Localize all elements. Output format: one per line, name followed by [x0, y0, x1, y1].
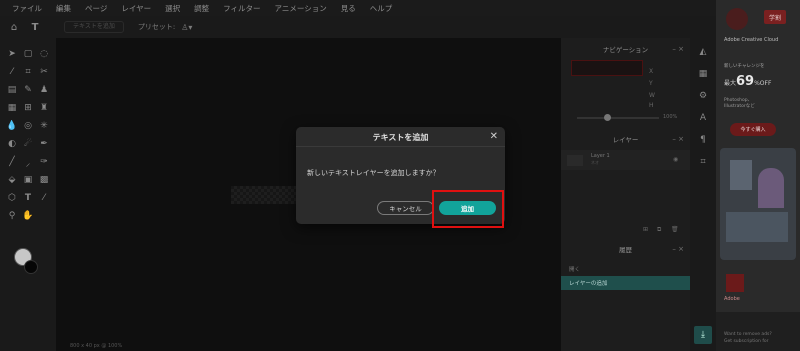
ad-buy-button[interactable]: 今すぐ購入 [730, 123, 776, 136]
dialog-message: 新しいテキストレイヤーを追加しますか？ [307, 169, 440, 177]
ad-panel[interactable]: 学割 Adobe Creative Cloud 新しいチャレンジを 最大69%O… [716, 0, 800, 351]
dialog-title: テキストを追加 [372, 133, 429, 142]
dialog-header: テキストを追加 ✕ [296, 127, 505, 147]
ad-illustration [720, 148, 796, 260]
close-icon[interactable]: ✕ [490, 131, 498, 143]
ad-discount-suffix: %OFF [754, 80, 772, 87]
ad-banner[interactable]: 学割 Adobe Creative Cloud 新しいチャレンジを 最大69%O… [716, 0, 800, 312]
remove-ads-line-1: Want to remove ads? [724, 332, 772, 337]
ad-discount: 最大69%OFF [724, 74, 771, 89]
remove-ads-line-2: Get subscription for [724, 339, 769, 344]
creative-cloud-logo-icon [726, 8, 748, 30]
sale-badge: 学割 [764, 10, 786, 24]
adobe-logo-icon [726, 274, 744, 292]
ad-apps-line-2: Illustratorなど [724, 104, 755, 109]
remove-ads-text[interactable]: Want to remove ads? Get subscription for [724, 331, 772, 345]
cancel-button[interactable]: キャンセル [377, 201, 434, 215]
ad-brand: Adobe Creative Cloud [724, 37, 779, 43]
ad-apps: Photoshop、 Illustratorなど [724, 98, 755, 110]
ad-copy: 新しいチャレンジを [724, 64, 765, 69]
adobe-label: Adobe [724, 296, 740, 302]
ad-discount-value: 69 [736, 74, 755, 89]
ad-discount-prefix: 最大 [724, 80, 737, 87]
highlight-annotation [432, 190, 504, 228]
